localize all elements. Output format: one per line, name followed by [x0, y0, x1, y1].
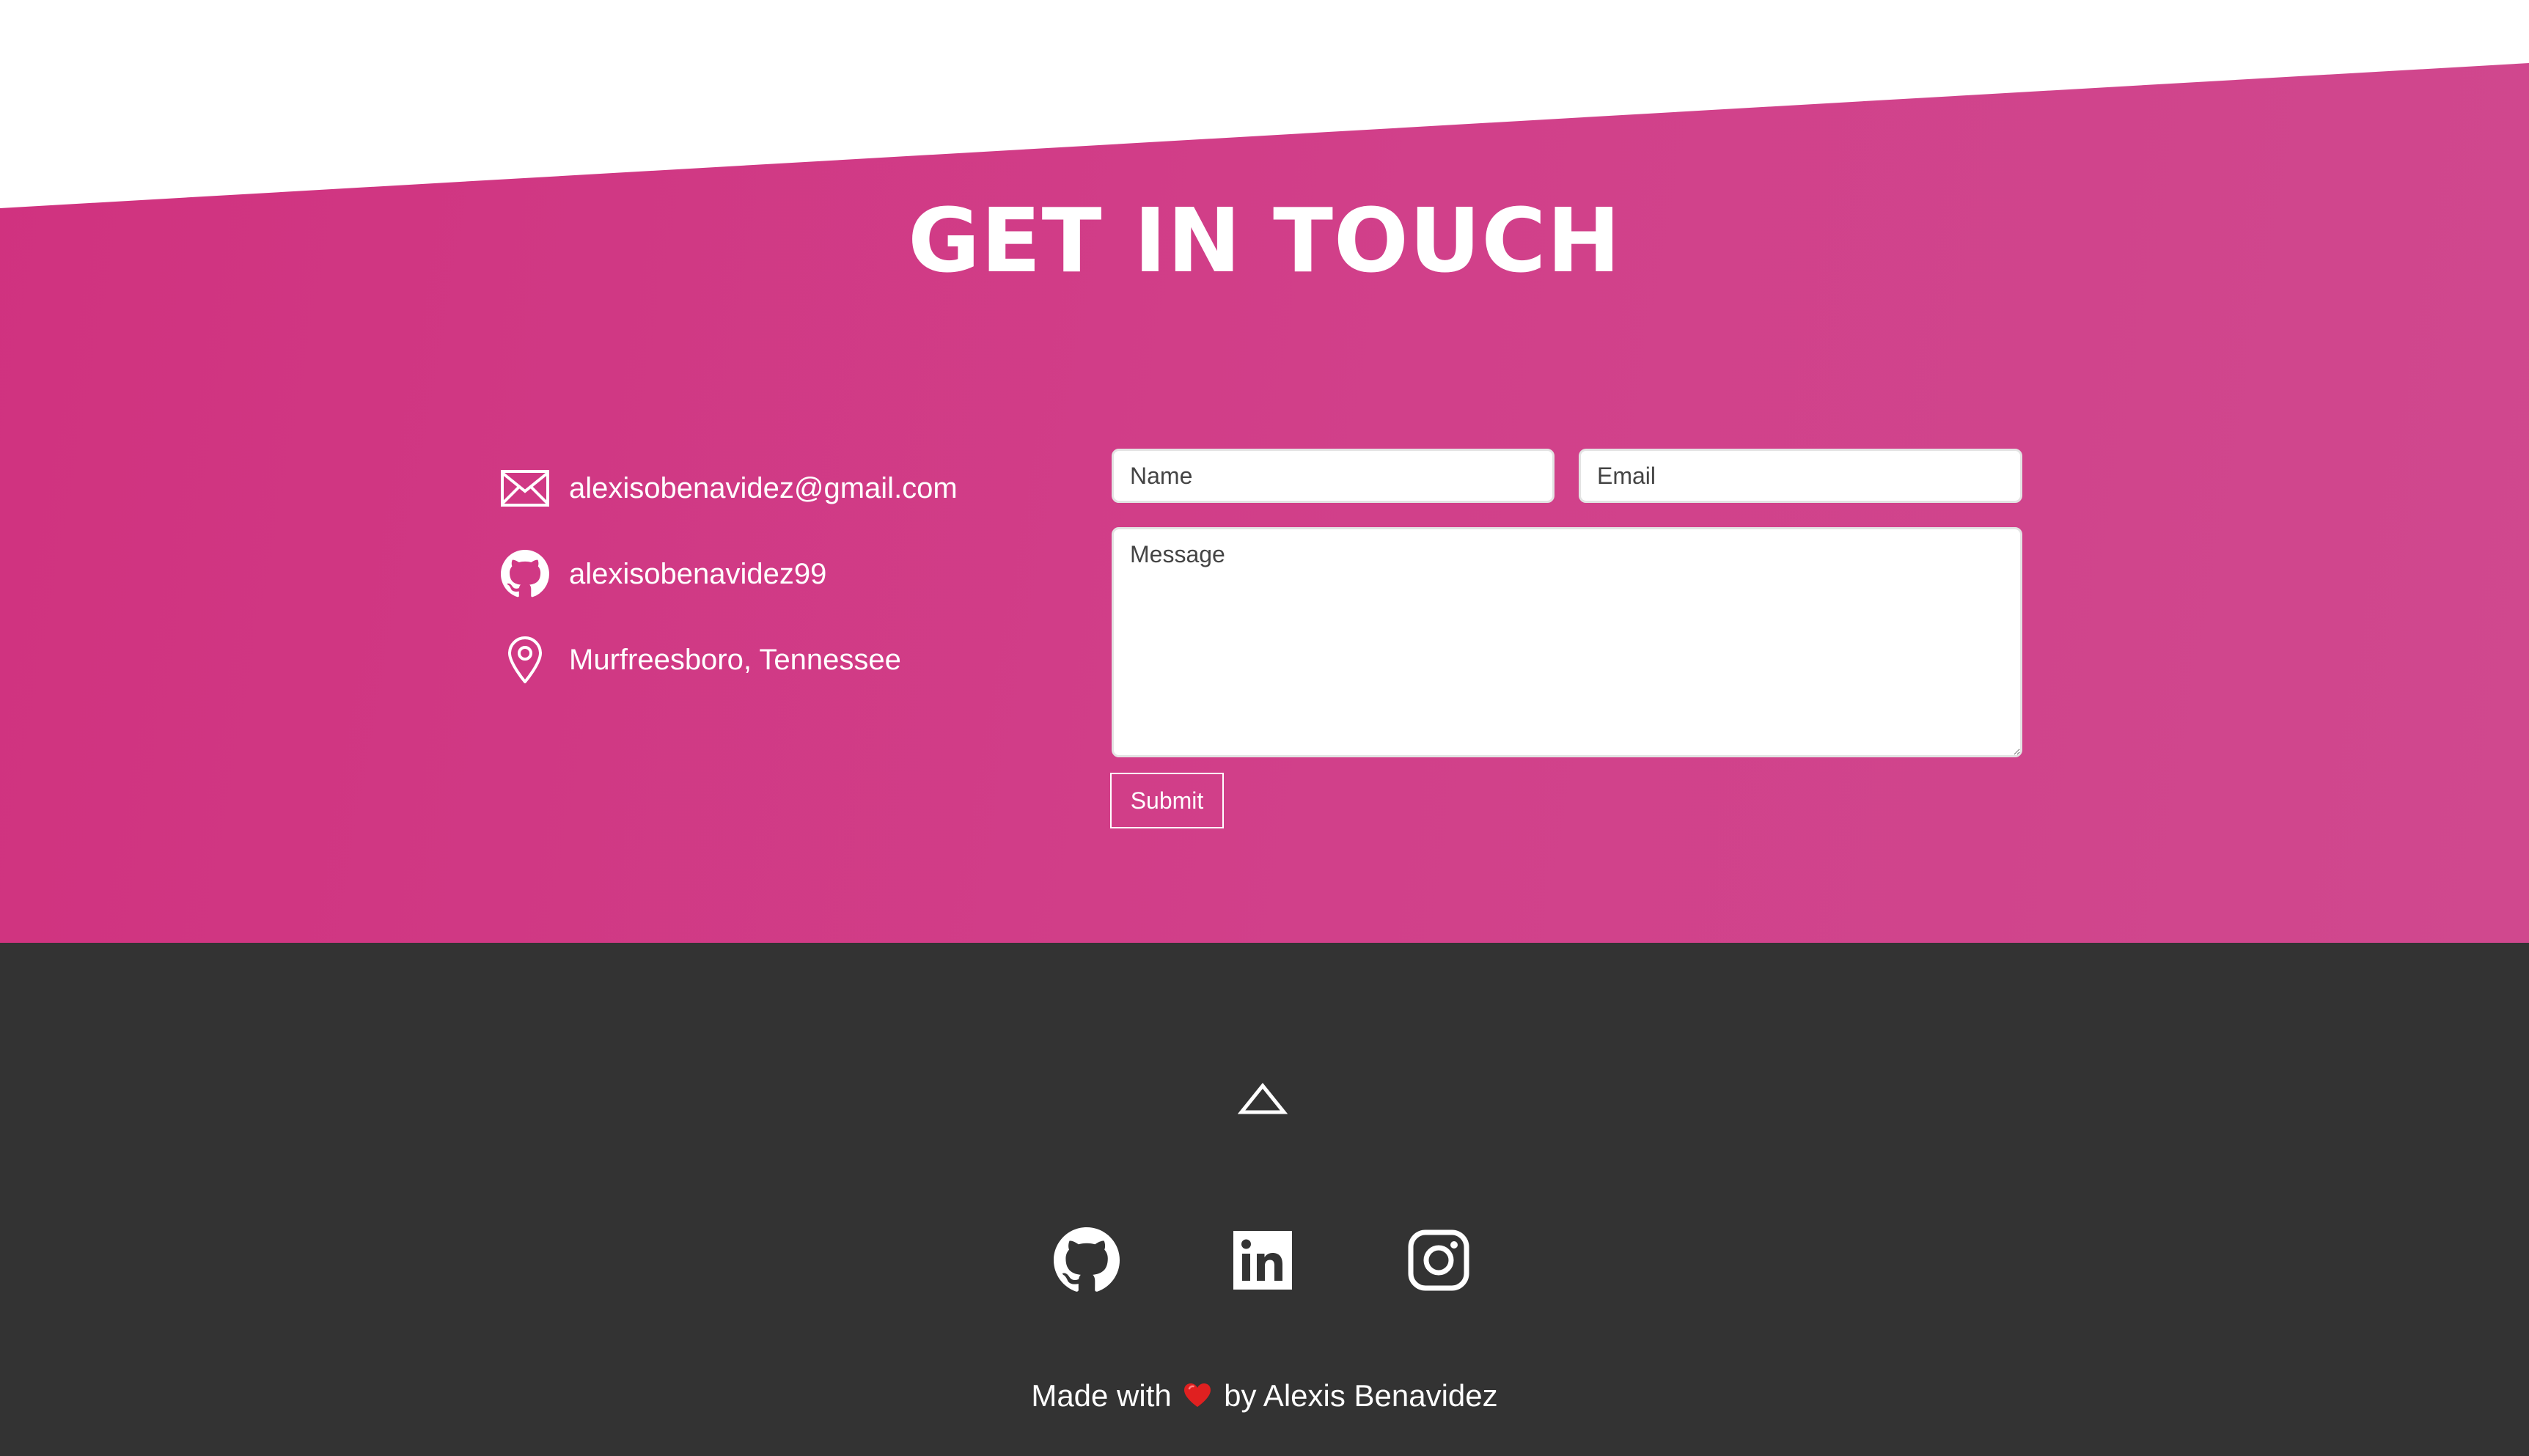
credit-suffix: by Alexis Benavidez — [1224, 1378, 1498, 1413]
chevron-up-icon — [1237, 1083, 1288, 1114]
heart-icon — [1183, 1378, 1212, 1419]
contact-email-text: alexisobenavidez@gmail.com — [569, 472, 958, 504]
footer-credit: Made with by Alexis Benavidez — [0, 1375, 2529, 1419]
email-input[interactable] — [1579, 449, 2022, 503]
credit-prefix: Made with — [1031, 1378, 1172, 1413]
contact-info-github: alexisobenavidez99 — [499, 548, 826, 600]
instagram-icon — [1408, 1229, 1469, 1291]
envelope-icon — [499, 462, 551, 515]
contact-info-location: Murfreesboro, Tennessee — [499, 633, 901, 686]
message-textarea[interactable] — [1112, 527, 2022, 757]
name-input[interactable] — [1112, 449, 1555, 503]
github-icon — [499, 548, 551, 600]
scroll-to-top-button[interactable] — [1237, 1082, 1288, 1116]
linkedin-link[interactable] — [1230, 1227, 1296, 1293]
footer: Made with by Alexis Benavidez — [0, 943, 2529, 1456]
contact-title: GET IN TOUCH — [908, 191, 1621, 293]
submit-button[interactable]: Submit — [1110, 773, 1224, 828]
contact-info-email: alexisobenavidez@gmail.com — [499, 462, 958, 515]
instagram-link[interactable] — [1406, 1227, 1472, 1293]
contact-github-text: alexisobenavidez99 — [569, 558, 827, 590]
location-pin-icon — [499, 633, 551, 686]
github-icon — [1054, 1227, 1120, 1292]
linkedin-icon — [1233, 1231, 1292, 1290]
contact-location-text: Murfreesboro, Tennessee — [569, 644, 901, 676]
github-link[interactable] — [1054, 1227, 1120, 1293]
